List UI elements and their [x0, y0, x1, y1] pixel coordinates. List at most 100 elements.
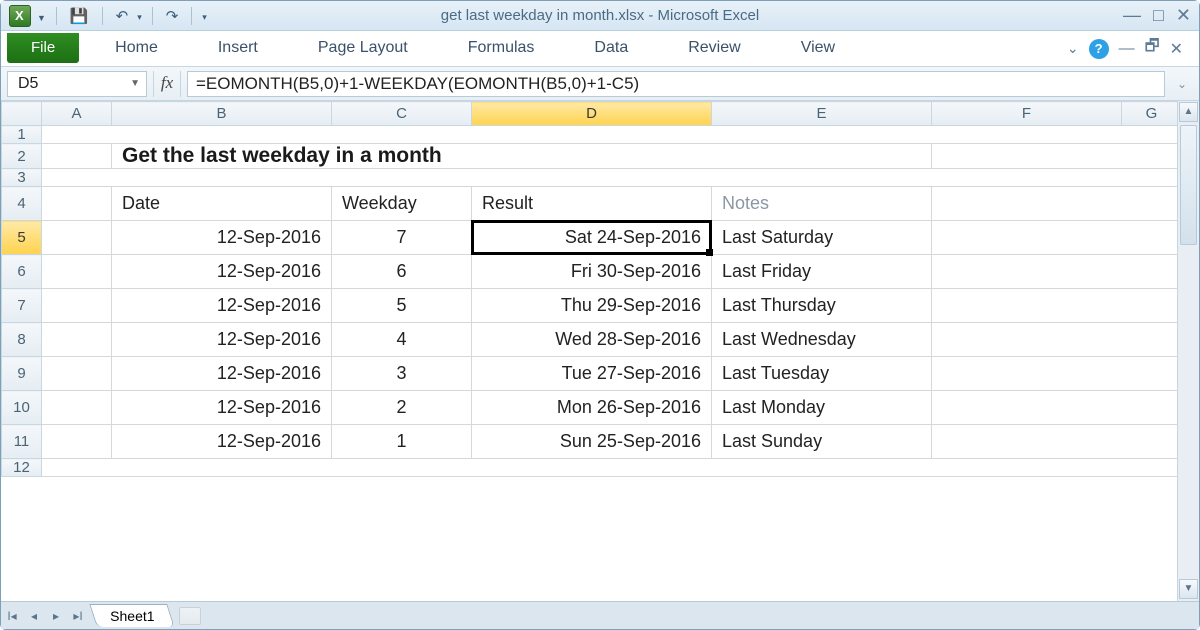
scroll-down-button[interactable]: ▼ — [1179, 579, 1198, 599]
formula-expand-icon[interactable]: ⌄ — [1171, 77, 1193, 91]
cell-E7[interactable]: Last Thursday — [712, 289, 932, 323]
help-icon[interactable]: ? — [1089, 39, 1109, 59]
header-weekday[interactable]: Weekday — [332, 187, 472, 221]
maximize-button[interactable]: □ — [1153, 5, 1164, 26]
qat-customize-icon[interactable]: ▼ — [37, 9, 46, 23]
tab-formulas[interactable]: Formulas — [438, 31, 565, 66]
row-header-7[interactable]: 7 — [2, 289, 42, 323]
window-close-icon[interactable]: ✕ — [1170, 39, 1183, 59]
formula-bar: D5 ▼ fx =EOMONTH(B5,0)+1-WEEKDAY(EOMONTH… — [1, 67, 1199, 101]
col-header-B[interactable]: B — [112, 102, 332, 126]
fx-icon[interactable]: fx — [153, 71, 181, 97]
row-header-4[interactable]: 4 — [2, 187, 42, 221]
tab-file[interactable]: File — [7, 33, 79, 63]
header-result[interactable]: Result — [472, 187, 712, 221]
cell-C8[interactable]: 4 — [332, 323, 472, 357]
ribbon-minimize-icon[interactable]: ⌄ — [1067, 40, 1079, 57]
save-button[interactable]: 💾 — [67, 7, 92, 25]
qat-more-icon[interactable]: ▾ — [202, 8, 207, 23]
row-header-11[interactable]: 11 — [2, 425, 42, 459]
row-header-8[interactable]: 8 — [2, 323, 42, 357]
header-notes[interactable]: Notes — [712, 187, 932, 221]
row-header-1[interactable]: 1 — [2, 126, 42, 144]
col-header-D[interactable]: D — [472, 102, 712, 126]
sheet-title[interactable]: Get the last weekday in a month — [112, 144, 932, 169]
undo-button[interactable]: ↶ — [113, 7, 132, 25]
cell-E9[interactable]: Last Tuesday — [712, 357, 932, 391]
spreadsheet-grid[interactable]: A B C D E F G 1 2 Get the last weekday i… — [1, 101, 1182, 477]
name-box-value: D5 — [18, 75, 38, 93]
cell-C10[interactable]: 2 — [332, 391, 472, 425]
cell-C5[interactable]: 7 — [332, 221, 472, 255]
column-headers: A B C D E F G — [2, 102, 1182, 126]
cell-B5[interactable]: 12-Sep-2016 — [112, 221, 332, 255]
col-header-A[interactable]: A — [42, 102, 112, 126]
sheet-tab-bar: I◂ ◂ ▸ ▸I Sheet1 — [1, 601, 1199, 629]
scroll-up-button[interactable]: ▲ — [1179, 102, 1198, 122]
cell-D11[interactable]: Sun 25-Sep-2016 — [472, 425, 712, 459]
sheet-nav-last[interactable]: ▸I — [67, 609, 89, 623]
undo-dropdown-icon[interactable]: ▾ — [137, 8, 142, 23]
formula-text: =EOMONTH(B5,0)+1-WEEKDAY(EOMONTH(B5,0)+1… — [196, 74, 639, 94]
cell-C7[interactable]: 5 — [332, 289, 472, 323]
cell-E11[interactable]: Last Sunday — [712, 425, 932, 459]
excel-icon — [9, 5, 31, 27]
cell-E10[interactable]: Last Monday — [712, 391, 932, 425]
row-header-3[interactable]: 3 — [2, 169, 42, 187]
cell-B9[interactable]: 12-Sep-2016 — [112, 357, 332, 391]
tab-home[interactable]: Home — [85, 31, 188, 66]
tab-insert[interactable]: Insert — [188, 31, 288, 66]
col-header-E[interactable]: E — [712, 102, 932, 126]
cell-B8[interactable]: 12-Sep-2016 — [112, 323, 332, 357]
formula-input[interactable]: =EOMONTH(B5,0)+1-WEEKDAY(EOMONTH(B5,0)+1… — [187, 71, 1165, 97]
minimize-button[interactable]: — — [1123, 5, 1141, 26]
col-header-C[interactable]: C — [332, 102, 472, 126]
cell-D8[interactable]: Wed 28-Sep-2016 — [472, 323, 712, 357]
ribbon-tabs: File Home Insert Page Layout Formulas Da… — [1, 31, 1199, 67]
sheet-tab-label: Sheet1 — [110, 608, 154, 624]
row-header-9[interactable]: 9 — [2, 357, 42, 391]
col-header-G[interactable]: G — [1122, 102, 1182, 126]
col-header-F[interactable]: F — [932, 102, 1122, 126]
redo-button[interactable]: ↷ — [163, 7, 182, 25]
scroll-thumb[interactable] — [1180, 125, 1197, 245]
window-minimize-icon[interactable]: — — [1119, 40, 1135, 58]
row-header-10[interactable]: 10 — [2, 391, 42, 425]
cell-E6[interactable]: Last Friday — [712, 255, 932, 289]
select-all-corner[interactable] — [2, 102, 42, 126]
cell-C11[interactable]: 1 — [332, 425, 472, 459]
close-button[interactable]: ✕ — [1176, 5, 1191, 26]
tab-view[interactable]: View — [771, 31, 865, 66]
header-date[interactable]: Date — [112, 187, 332, 221]
row-header-2[interactable]: 2 — [2, 144, 42, 169]
cell-D5-value: Sat 24-Sep-2016 — [565, 227, 701, 247]
sheet-nav-next[interactable]: ▸ — [45, 609, 67, 623]
cell-D10[interactable]: Mon 26-Sep-2016 — [472, 391, 712, 425]
cell-B10[interactable]: 12-Sep-2016 — [112, 391, 332, 425]
name-box-dropdown-icon[interactable]: ▼ — [130, 78, 140, 89]
cell-C9[interactable]: 3 — [332, 357, 472, 391]
cell-D9[interactable]: Tue 27-Sep-2016 — [472, 357, 712, 391]
vertical-scrollbar[interactable]: ▲ ▼ — [1177, 101, 1199, 601]
sheet-tab-sheet1[interactable]: Sheet1 — [89, 604, 175, 627]
tab-data[interactable]: Data — [564, 31, 658, 66]
cell-E8[interactable]: Last Wednesday — [712, 323, 932, 357]
cell-D6[interactable]: Fri 30-Sep-2016 — [472, 255, 712, 289]
cell-C6[interactable]: 6 — [332, 255, 472, 289]
row-header-5[interactable]: 5 — [2, 221, 42, 255]
name-box[interactable]: D5 ▼ — [7, 71, 147, 97]
cell-B6[interactable]: 12-Sep-2016 — [112, 255, 332, 289]
cell-B11[interactable]: 12-Sep-2016 — [112, 425, 332, 459]
new-sheet-button[interactable] — [179, 607, 201, 625]
sheet-nav-prev[interactable]: ◂ — [23, 609, 45, 623]
row-header-12[interactable]: 12 — [2, 459, 42, 477]
cell-D5[interactable]: Sat 24-Sep-2016 — [472, 221, 712, 255]
cell-B7[interactable]: 12-Sep-2016 — [112, 289, 332, 323]
cell-E5[interactable]: Last Saturday — [712, 221, 932, 255]
window-restore-icon[interactable]: 🗗 — [1145, 35, 1160, 62]
tab-page-layout[interactable]: Page Layout — [288, 31, 438, 66]
tab-review[interactable]: Review — [658, 31, 770, 66]
row-header-6[interactable]: 6 — [2, 255, 42, 289]
sheet-nav-first[interactable]: I◂ — [1, 609, 23, 623]
cell-D7[interactable]: Thu 29-Sep-2016 — [472, 289, 712, 323]
